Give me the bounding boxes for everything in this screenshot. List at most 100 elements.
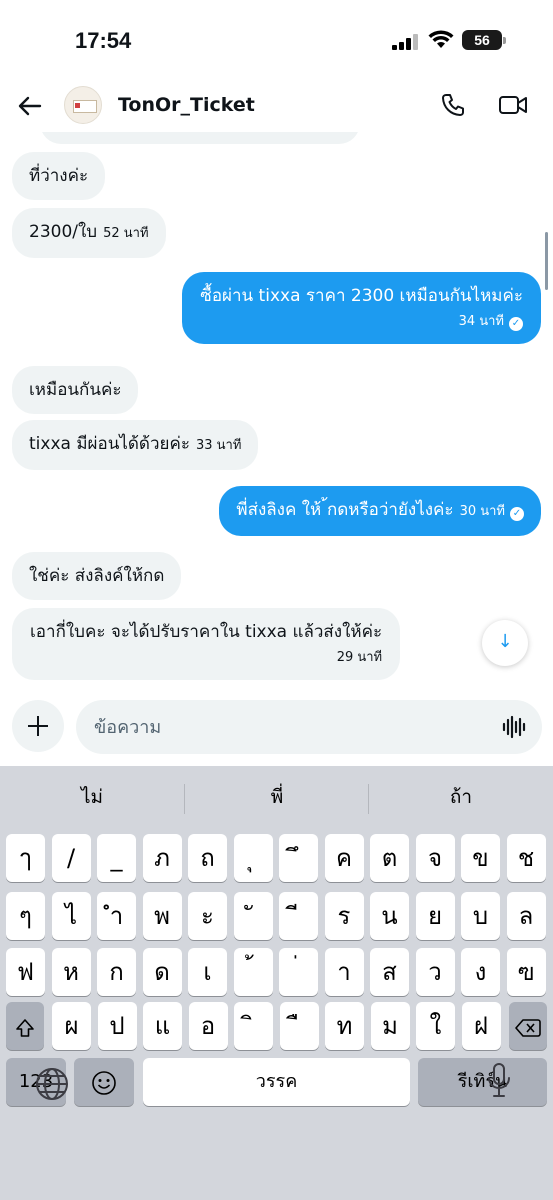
message-time: 33 นาที xyxy=(195,438,242,453)
phone-icon[interactable] xyxy=(440,92,466,118)
message-text: tixxa มีผ่อนได้ด้วยค่ะ xyxy=(29,434,190,454)
status-time: 17:54 xyxy=(75,28,132,53)
key[interactable]: ก xyxy=(97,948,136,996)
key[interactable]: ร xyxy=(324,892,364,940)
key[interactable]: ป xyxy=(97,1002,137,1050)
key[interactable]: เ xyxy=(188,948,227,996)
key[interactable]: บ xyxy=(461,892,500,940)
key[interactable]: ้ xyxy=(233,948,273,996)
key[interactable]: ฟ xyxy=(6,948,45,996)
message-bubble-partial xyxy=(40,132,360,144)
key[interactable]: ส xyxy=(370,948,409,996)
key[interactable]: ั xyxy=(233,892,273,940)
key[interactable]: ว xyxy=(415,948,455,996)
back-arrow-icon[interactable] xyxy=(16,92,44,120)
key[interactable]: ท xyxy=(325,1002,364,1050)
key[interactable]: ึ xyxy=(279,834,318,882)
key[interactable]: ค xyxy=(324,834,364,882)
key[interactable]: ม xyxy=(370,1002,410,1050)
message-input-container[interactable] xyxy=(76,700,542,754)
emoji-key[interactable] xyxy=(74,1058,134,1106)
message-text: เอากี่ใบคะ จะได้ปรับราคาใน tixxa แล้วส่ง… xyxy=(30,622,383,642)
message-list[interactable]: ที่ว่างค่ะ 2300/ใบ 52 นาที ซื้อผ่าน tixxa… xyxy=(0,132,553,692)
plus-icon[interactable] xyxy=(12,700,64,752)
message-text: 2300/ใบ xyxy=(29,222,98,242)
read-check-icon: ✓ xyxy=(509,317,523,331)
backspace-key[interactable] xyxy=(509,1002,547,1050)
message-text: ใช่ค่ะ ส่งลิงค์ให้กด xyxy=(29,566,165,586)
key[interactable]: ด xyxy=(142,948,182,996)
message-incoming[interactable]: ใช่ค่ะ ส่งลิงค์ให้กด xyxy=(12,552,182,600)
key[interactable]: ใ xyxy=(416,1002,455,1050)
status-bar: 17:54 56 xyxy=(0,0,553,80)
key[interactable]: ง xyxy=(461,948,500,996)
scrollbar[interactable] xyxy=(545,232,548,290)
key[interactable]: ๅ xyxy=(6,834,45,882)
globe-icon[interactable] xyxy=(34,1066,70,1102)
message-outgoing[interactable]: ซื้อผ่าน tixxa ราคา 2300 เหมือนกันไหมค่ะ… xyxy=(182,272,541,344)
message-incoming[interactable]: tixxa มีผ่อนได้ด้วยค่ะ 33 นาที xyxy=(12,420,259,470)
suggestion-1[interactable]: ไม่ xyxy=(0,782,184,812)
message-text: พี่ส่งลิงค ให้ ้กดหรือว่ายังไงค่ะ xyxy=(236,500,454,520)
microphone-icon[interactable] xyxy=(486,1062,512,1100)
key[interactable]: ื xyxy=(279,1002,319,1050)
arrow-down-icon: ↓ xyxy=(497,631,513,652)
key[interactable]: ภ xyxy=(142,834,182,882)
key[interactable]: ำ xyxy=(97,892,136,940)
key[interactable]: ่ xyxy=(279,948,318,996)
key[interactable]: ะ xyxy=(188,892,227,940)
read-check-icon: ✓ xyxy=(510,507,524,521)
emoji-icon xyxy=(92,1071,116,1095)
voice-wave-icon[interactable] xyxy=(502,715,528,739)
key[interactable]: _ xyxy=(97,834,136,882)
key[interactable]: / xyxy=(51,834,91,882)
message-incoming[interactable]: เอากี่ใบคะ จะได้ปรับราคาใน tixxa แล้วส่ง… xyxy=(12,608,401,680)
message-time: 29 นาที xyxy=(336,650,383,665)
cellular-signal-icon xyxy=(392,34,420,50)
key[interactable]: ถ xyxy=(188,834,227,882)
key[interactable]: ล xyxy=(506,892,546,940)
video-icon[interactable] xyxy=(498,93,528,117)
backspace-icon xyxy=(515,1019,541,1037)
key[interactable]: อ xyxy=(188,1002,228,1050)
key[interactable]: ๆ xyxy=(6,892,45,940)
keyboard: ไม่ พี่ ถ้า ๅ/_ภถุึคตจขช ๆไำพะัีรนยบล ฟห… xyxy=(0,766,553,1200)
key[interactable]: จ xyxy=(415,834,455,882)
key[interactable]: แ xyxy=(143,1002,182,1050)
suggestion-3[interactable]: ถ้า xyxy=(369,782,553,812)
shift-key[interactable] xyxy=(6,1002,44,1050)
key[interactable]: พ xyxy=(142,892,182,940)
message-incoming[interactable]: 2300/ใบ 52 นาที xyxy=(12,208,166,258)
message-outgoing[interactable]: พี่ส่งลิงค ให้ ้กดหรือว่ายังไงค่ะ 30 นาที… xyxy=(219,486,541,536)
contact-name[interactable]: TonOr_Ticket xyxy=(118,94,255,116)
message-text: ซื้อผ่าน tixxa ราคา 2300 เหมือนกันไหมค่ะ xyxy=(200,286,523,306)
key[interactable]: ช xyxy=(506,834,546,882)
chat-header: TonOr_Ticket xyxy=(0,80,553,132)
key[interactable]: ไ xyxy=(51,892,91,940)
battery-indicator: 56 xyxy=(462,30,506,50)
key[interactable]: น xyxy=(370,892,409,940)
message-text: เหมือนกันค่ะ xyxy=(29,380,122,400)
suggestion-bar: ไม่ พี่ ถ้า xyxy=(0,766,553,828)
key[interactable]: ย xyxy=(415,892,455,940)
scroll-to-bottom-button[interactable]: ↓ xyxy=(482,620,528,666)
key[interactable]: ห xyxy=(51,948,91,996)
key[interactable]: ฝ xyxy=(461,1002,501,1050)
message-incoming[interactable]: เหมือนกันค่ะ xyxy=(12,366,139,414)
avatar[interactable] xyxy=(64,86,102,124)
key[interactable]: ข xyxy=(461,834,500,882)
message-incoming[interactable]: ที่ว่างค่ะ xyxy=(12,152,106,200)
key[interactable]: ต xyxy=(370,834,409,882)
key[interactable]: ฃ xyxy=(506,948,546,996)
key[interactable]: า xyxy=(324,948,364,996)
key[interactable]: ี xyxy=(279,892,318,940)
space-key[interactable]: วรรค xyxy=(143,1058,410,1106)
message-input[interactable] xyxy=(94,700,494,754)
key[interactable]: ุ xyxy=(233,834,273,882)
return-key[interactable]: รีเทิร์น xyxy=(418,1058,547,1106)
suggestion-2[interactable]: พี่ xyxy=(185,782,369,812)
wifi-icon xyxy=(428,30,454,48)
key[interactable]: ิ xyxy=(234,1002,273,1050)
key[interactable]: ผ xyxy=(52,1002,91,1050)
message-time: 30 นาที xyxy=(459,504,505,519)
